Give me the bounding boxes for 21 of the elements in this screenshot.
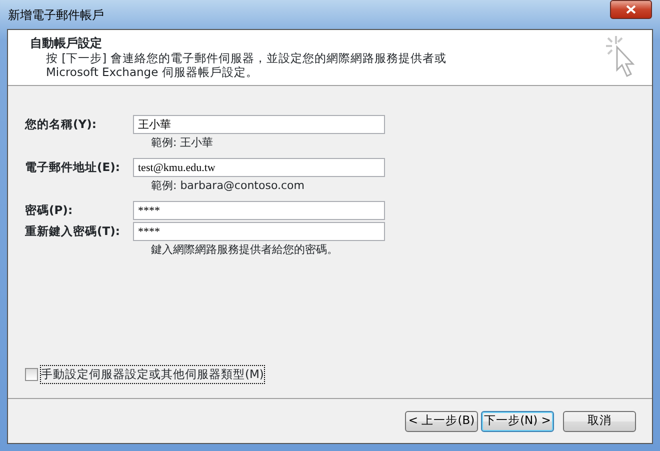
field-hint: 範例: 王小華 (151, 136, 214, 149)
text-field[interactable]: **** (133, 222, 385, 241)
text-field[interactable]: test@kmu.edu.tw (133, 158, 385, 177)
text-field[interactable]: **** (133, 201, 385, 220)
cancel-button[interactable]: 取消 (563, 410, 636, 432)
back-button[interactable]: < 上一步(B) (405, 410, 478, 432)
window-title: 新增電子郵件帳戶 (8, 6, 104, 24)
next-button[interactable]: 下一步(N) > (481, 410, 554, 432)
checkbox-label[interactable]: 手動設定伺服器設定或其他伺服器類型(M) (40, 364, 265, 384)
field-hint: 鍵入網際網路服務提供者給您的密碼。 (151, 243, 338, 256)
checkbox[interactable] (25, 368, 38, 381)
header-title: 自動帳戶設定 (30, 35, 103, 52)
field-hint: 範例: barbara@contoso.com (151, 179, 304, 192)
field-label: 密碼(P): (25, 202, 74, 219)
field-label: 您的名稱(Y): (25, 116, 98, 133)
header-description: 按 [下一步] 會連絡您的電子郵件伺服器，並設定您的網際網路服務提供者或 Microsoft Exchange 伺服器帳戶設定。 (45, 52, 448, 80)
close-icon (626, 5, 636, 14)
text-field[interactable]: 王小華 (133, 115, 385, 134)
field-label: 電子郵件地址(E): (25, 158, 121, 176)
close-button[interactable] (610, 0, 652, 19)
field-label: 重新鍵入密碼(T): (25, 222, 121, 240)
